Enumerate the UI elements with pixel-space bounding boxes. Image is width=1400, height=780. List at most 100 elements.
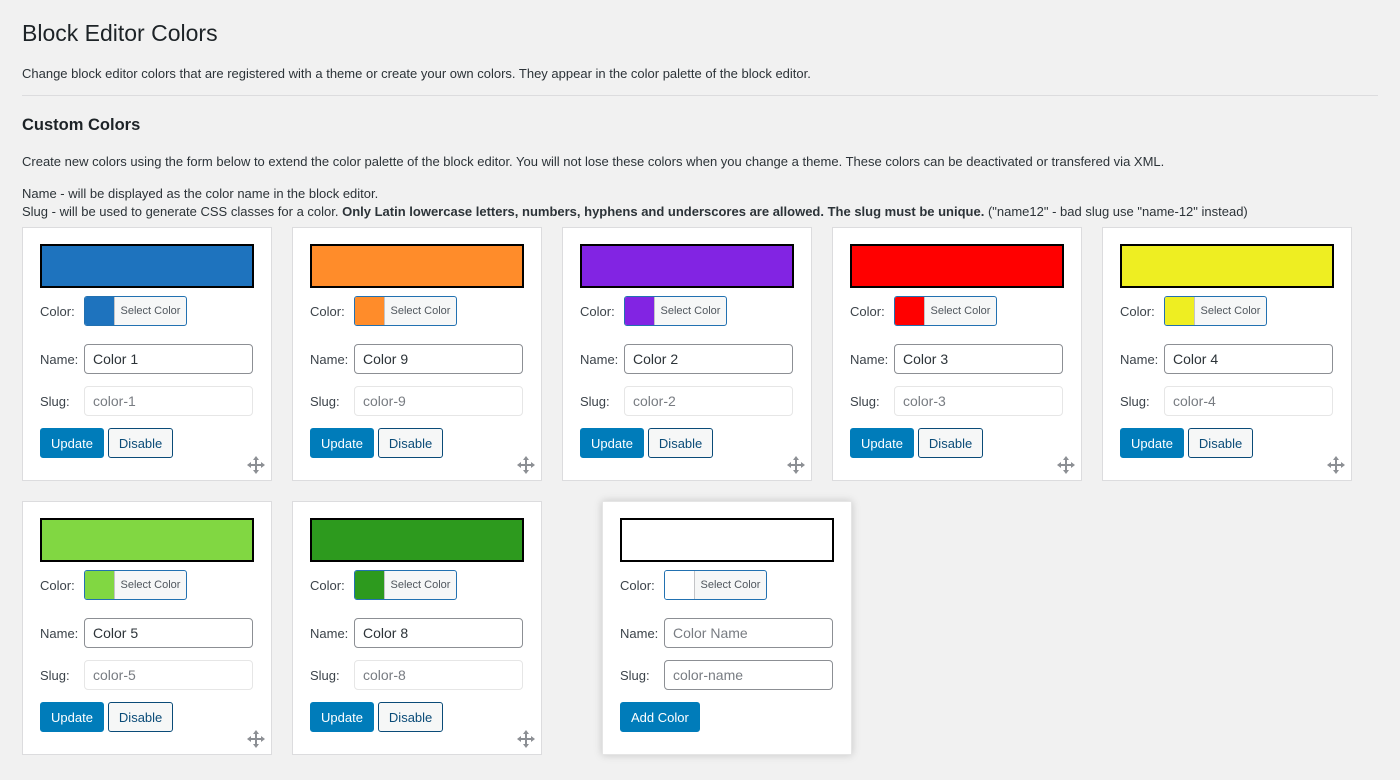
update-button[interactable]: Update (580, 428, 644, 458)
actions-row: Update Disable (310, 702, 444, 732)
color-preview (310, 518, 524, 562)
select-color-label: Select Color (700, 579, 761, 591)
color-name-input[interactable] (1164, 344, 1333, 374)
update-button[interactable]: Update (40, 428, 104, 458)
select-color-button[interactable]: Select Color (624, 296, 727, 326)
color-name-input[interactable] (354, 618, 523, 648)
color-slug-input[interactable] (664, 660, 833, 690)
color-name-input[interactable] (354, 344, 523, 374)
disable-button[interactable]: Disable (1187, 428, 1254, 458)
slug-row: Slug: (310, 660, 523, 690)
help-slug-prefix: Slug - will be used to generate CSS clas… (22, 204, 343, 219)
name-row: Name: (580, 344, 793, 374)
select-color-button[interactable]: Select Color (1164, 296, 1267, 326)
drag-handle-move-icon[interactable] (787, 456, 805, 474)
color-name-input[interactable] (894, 344, 1063, 374)
color-chip (665, 571, 695, 599)
disable-button[interactable]: Disable (377, 702, 444, 732)
color-preview (620, 518, 834, 562)
color-row: Color: Select Color (40, 296, 187, 326)
drag-handle-move-icon[interactable] (247, 456, 265, 474)
select-color-label: Select Color (660, 305, 721, 317)
section-description: Create new colors using the form below t… (22, 154, 1165, 169)
disable-button[interactable]: Disable (647, 428, 714, 458)
slug-label: Slug: (580, 393, 610, 409)
disable-button[interactable]: Disable (377, 428, 444, 458)
color-chip (355, 297, 385, 325)
name-label: Name: (40, 625, 79, 641)
color-name-input[interactable] (624, 344, 793, 374)
update-button[interactable]: Update (40, 702, 104, 732)
disable-button[interactable]: Disable (917, 428, 984, 458)
color-row: Color: Select Color (620, 570, 767, 600)
color-name-input[interactable] (84, 344, 253, 374)
color-name-input[interactable] (664, 618, 833, 648)
page-title: Block Editor Colors (22, 20, 218, 46)
select-color-button[interactable]: Select Color (354, 570, 457, 600)
drag-handle-move-icon[interactable] (1327, 456, 1345, 474)
add-color-card: Color: Select Color Name: Slug: Add Colo… (602, 501, 852, 755)
color-card: Color: Select Color Name: Slug: Update D… (292, 227, 542, 481)
name-label: Name: (40, 351, 79, 367)
color-label: Color: (580, 303, 615, 319)
color-label: Color: (40, 303, 75, 319)
drag-handle-move-icon[interactable] (517, 456, 535, 474)
update-button[interactable]: Update (1120, 428, 1184, 458)
color-slug-input (1164, 386, 1333, 416)
actions-row: Update Disable (310, 428, 444, 458)
select-color-button[interactable]: Select Color (894, 296, 997, 326)
disable-button[interactable]: Disable (107, 428, 174, 458)
color-label: Color: (850, 303, 885, 319)
slug-label: Slug: (1120, 393, 1150, 409)
color-slug-input (84, 386, 253, 416)
drag-handle-move-icon[interactable] (517, 730, 535, 748)
update-button[interactable]: Update (310, 702, 374, 732)
select-color-label: Select Color (120, 305, 181, 317)
select-color-label: Select Color (1200, 305, 1261, 317)
color-preview (850, 244, 1064, 288)
slug-row: Slug: (580, 386, 793, 416)
update-button[interactable]: Update (310, 428, 374, 458)
color-row: Color: Select Color (310, 296, 457, 326)
page-wrap: Block Editor Colors Change block editor … (0, 0, 1400, 767)
color-slug-input (354, 660, 523, 690)
color-label: Color: (1120, 303, 1155, 319)
help-text: Name - will be displayed as the color na… (22, 185, 1378, 221)
slug-label: Slug: (850, 393, 880, 409)
color-label: Color: (40, 577, 75, 593)
disable-button[interactable]: Disable (107, 702, 174, 732)
name-row: Name: (1120, 344, 1333, 374)
name-row: Name: (40, 344, 253, 374)
color-chip (85, 571, 115, 599)
slug-row: Slug: (1120, 386, 1333, 416)
color-chip (85, 297, 115, 325)
slug-row: Slug: (620, 660, 833, 690)
color-preview (40, 518, 254, 562)
actions-row: Update Disable (40, 702, 174, 732)
name-row: Name: (310, 618, 523, 648)
color-card: Color: Select Color Name: Slug: Update D… (562, 227, 812, 481)
color-name-input[interactable] (84, 618, 253, 648)
drag-handle-move-icon[interactable] (247, 730, 265, 748)
select-color-button[interactable]: Select Color (84, 296, 187, 326)
name-label: Name: (850, 351, 889, 367)
slug-row: Slug: (850, 386, 1063, 416)
select-color-button[interactable]: Select Color (664, 570, 767, 600)
name-row: Name: (40, 618, 253, 648)
color-slug-input (624, 386, 793, 416)
color-chip (625, 297, 655, 325)
update-button[interactable]: Update (850, 428, 914, 458)
color-cards-grid: Color: Select Color Name: Slug: Add Colo… (22, 227, 1378, 767)
name-label: Name: (620, 625, 659, 641)
drag-handle-move-icon[interactable] (1057, 456, 1075, 474)
select-color-button[interactable]: Select Color (354, 296, 457, 326)
select-color-button[interactable]: Select Color (84, 570, 187, 600)
color-row: Color: Select Color (850, 296, 997, 326)
add-color-button[interactable]: Add Color (620, 702, 700, 732)
actions-row: Add Color (620, 702, 700, 732)
color-card: Color: Select Color Name: Slug: Update D… (1102, 227, 1352, 481)
page-intro: Change block editor colors that are regi… (22, 66, 811, 81)
select-color-label: Select Color (390, 305, 451, 317)
color-row: Color: Select Color (580, 296, 727, 326)
actions-row: Update Disable (580, 428, 714, 458)
